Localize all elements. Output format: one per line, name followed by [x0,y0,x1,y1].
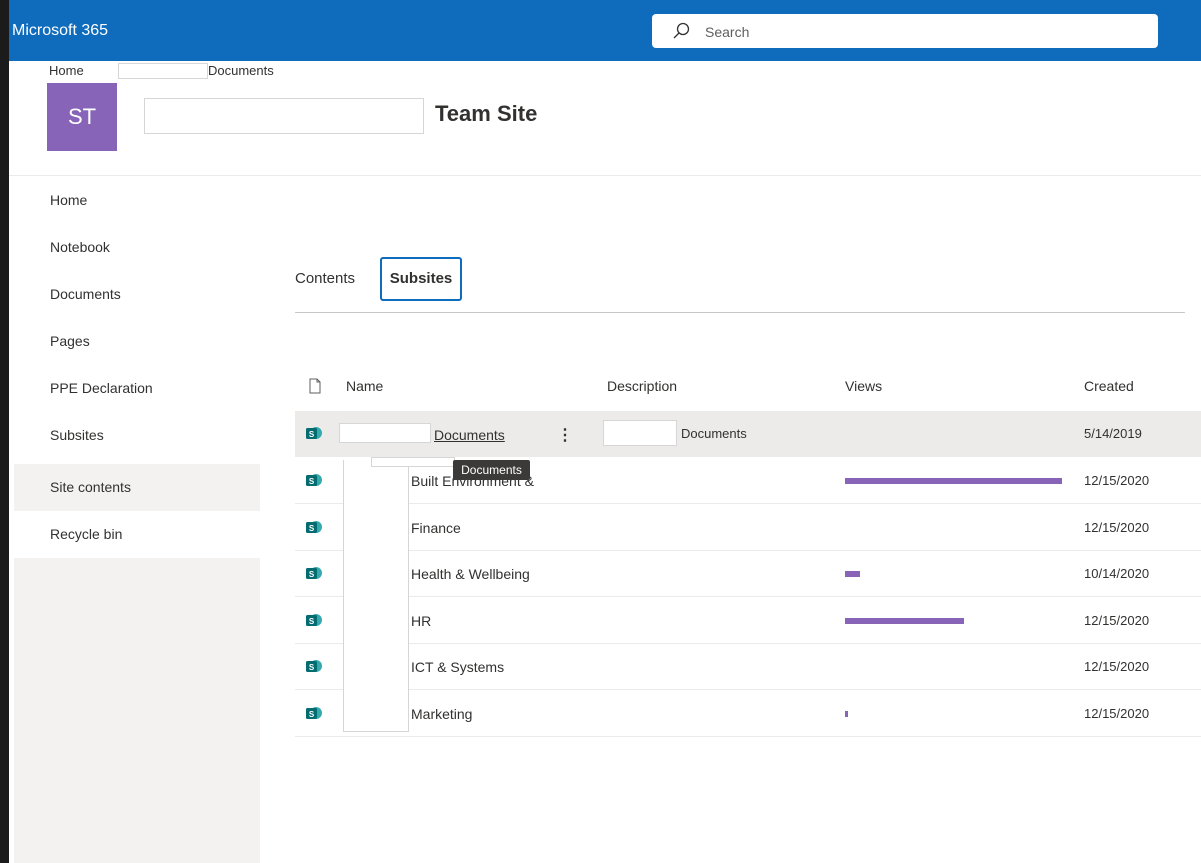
row-created: 12/15/2020 [1084,473,1150,488]
row-created: 12/15/2020 [1084,659,1150,674]
tab-contents[interactable]: Contents [295,257,355,301]
column-header-name[interactable]: Name [346,378,383,394]
row-name[interactable]: Documents [434,427,505,443]
svg-text:S: S [309,477,315,486]
table-row[interactable]: S Health & Wellbeing 10/14/2020 [295,551,1201,597]
table-row[interactable]: S HR 12/15/2020 [295,598,1201,644]
svg-text:S: S [309,617,315,626]
file-type-icon [309,378,321,394]
nav-item-ppe-declaration[interactable]: PPE Declaration [14,365,260,412]
window-edge [0,0,9,863]
table-row[interactable]: S Documents ⋮ Documents 5/14/2019 [295,411,1201,457]
content-tabs: Contents Subsites [295,257,1185,313]
column-header-description[interactable]: Description [607,378,677,394]
row-description: Documents [681,426,747,441]
svg-text:S: S [309,570,315,579]
name-redacted [339,423,431,443]
row-created: 5/14/2019 [1084,426,1142,441]
row-name[interactable]: HR [411,613,431,629]
column-header-created[interactable]: Created [1084,378,1134,394]
nav-item-subsites[interactable]: Subsites [14,412,260,459]
sharepoint-icon: S [306,521,322,533]
svg-text:S: S [309,663,315,672]
row-name[interactable]: Marketing [411,706,472,722]
row-created: 12/15/2020 [1084,520,1150,535]
breadcrumb-home[interactable]: Home [49,63,84,78]
breadcrumb-current[interactable]: Documents [208,63,274,78]
site-title-redacted [144,98,424,134]
nav-item-pages[interactable]: Pages [14,318,260,365]
sharepoint-icon: S [306,427,322,439]
table-row[interactable]: S Finance 12/15/2020 [295,505,1201,551]
row-created: 10/14/2020 [1084,566,1150,581]
svg-text:S: S [309,430,315,439]
sharepoint-icon: S [306,660,322,672]
nav-item-recycle-bin[interactable]: Recycle bin [14,511,260,558]
svg-text:S: S [309,710,315,719]
nav-item-site-contents[interactable]: Site contents [14,464,260,511]
more-options-icon[interactable]: ⋮ [557,425,573,445]
views-bar [845,711,848,717]
left-navigation: Home Notebook Documents Pages PPE Declar… [14,177,260,863]
table-row[interactable]: S Marketing 12/15/2020 [295,691,1201,737]
table-header: Name Description Views Created [295,366,1201,410]
row-created: 12/15/2020 [1084,706,1150,721]
row-name[interactable]: ICT & Systems [411,659,504,675]
sharepoint-icon: S [306,567,322,579]
redacted-overlay [343,460,409,732]
search-placeholder: Search [705,24,750,40]
svg-text:S: S [309,524,315,533]
description-redacted [603,420,677,446]
table-row[interactable]: S ICT & Systems 12/15/2020 [295,644,1201,690]
site-title[interactable]: Team Site [435,101,537,127]
sharepoint-icon: S [306,707,322,719]
tooltip: Documents [453,460,530,480]
sharepoint-icon: S [306,614,322,626]
column-header-views[interactable]: Views [845,378,882,394]
site-header: Home Documents ST Team Site [9,61,1201,176]
row-name[interactable]: Health & Wellbeing [411,566,530,582]
nav-item-home[interactable]: Home [14,177,260,224]
search-icon [673,22,690,39]
tab-subsites[interactable]: Subsites [380,257,462,301]
search-box[interactable]: Search [652,14,1158,48]
row-name[interactable]: Finance [411,520,461,536]
row-created: 12/15/2020 [1084,613,1150,628]
site-logo[interactable]: ST [47,83,117,151]
suite-header: Microsoft 365 Search [9,0,1201,61]
views-bar [845,618,964,624]
breadcrumb-redacted [118,63,208,79]
views-bar [845,571,860,577]
app-brand[interactable]: Microsoft 365 [12,22,108,40]
sharepoint-icon: S [306,474,322,486]
nav-item-documents[interactable]: Documents [14,271,260,318]
redacted-overlay-top [371,457,455,467]
views-bar [845,478,1062,484]
nav-item-notebook[interactable]: Notebook [14,224,260,271]
